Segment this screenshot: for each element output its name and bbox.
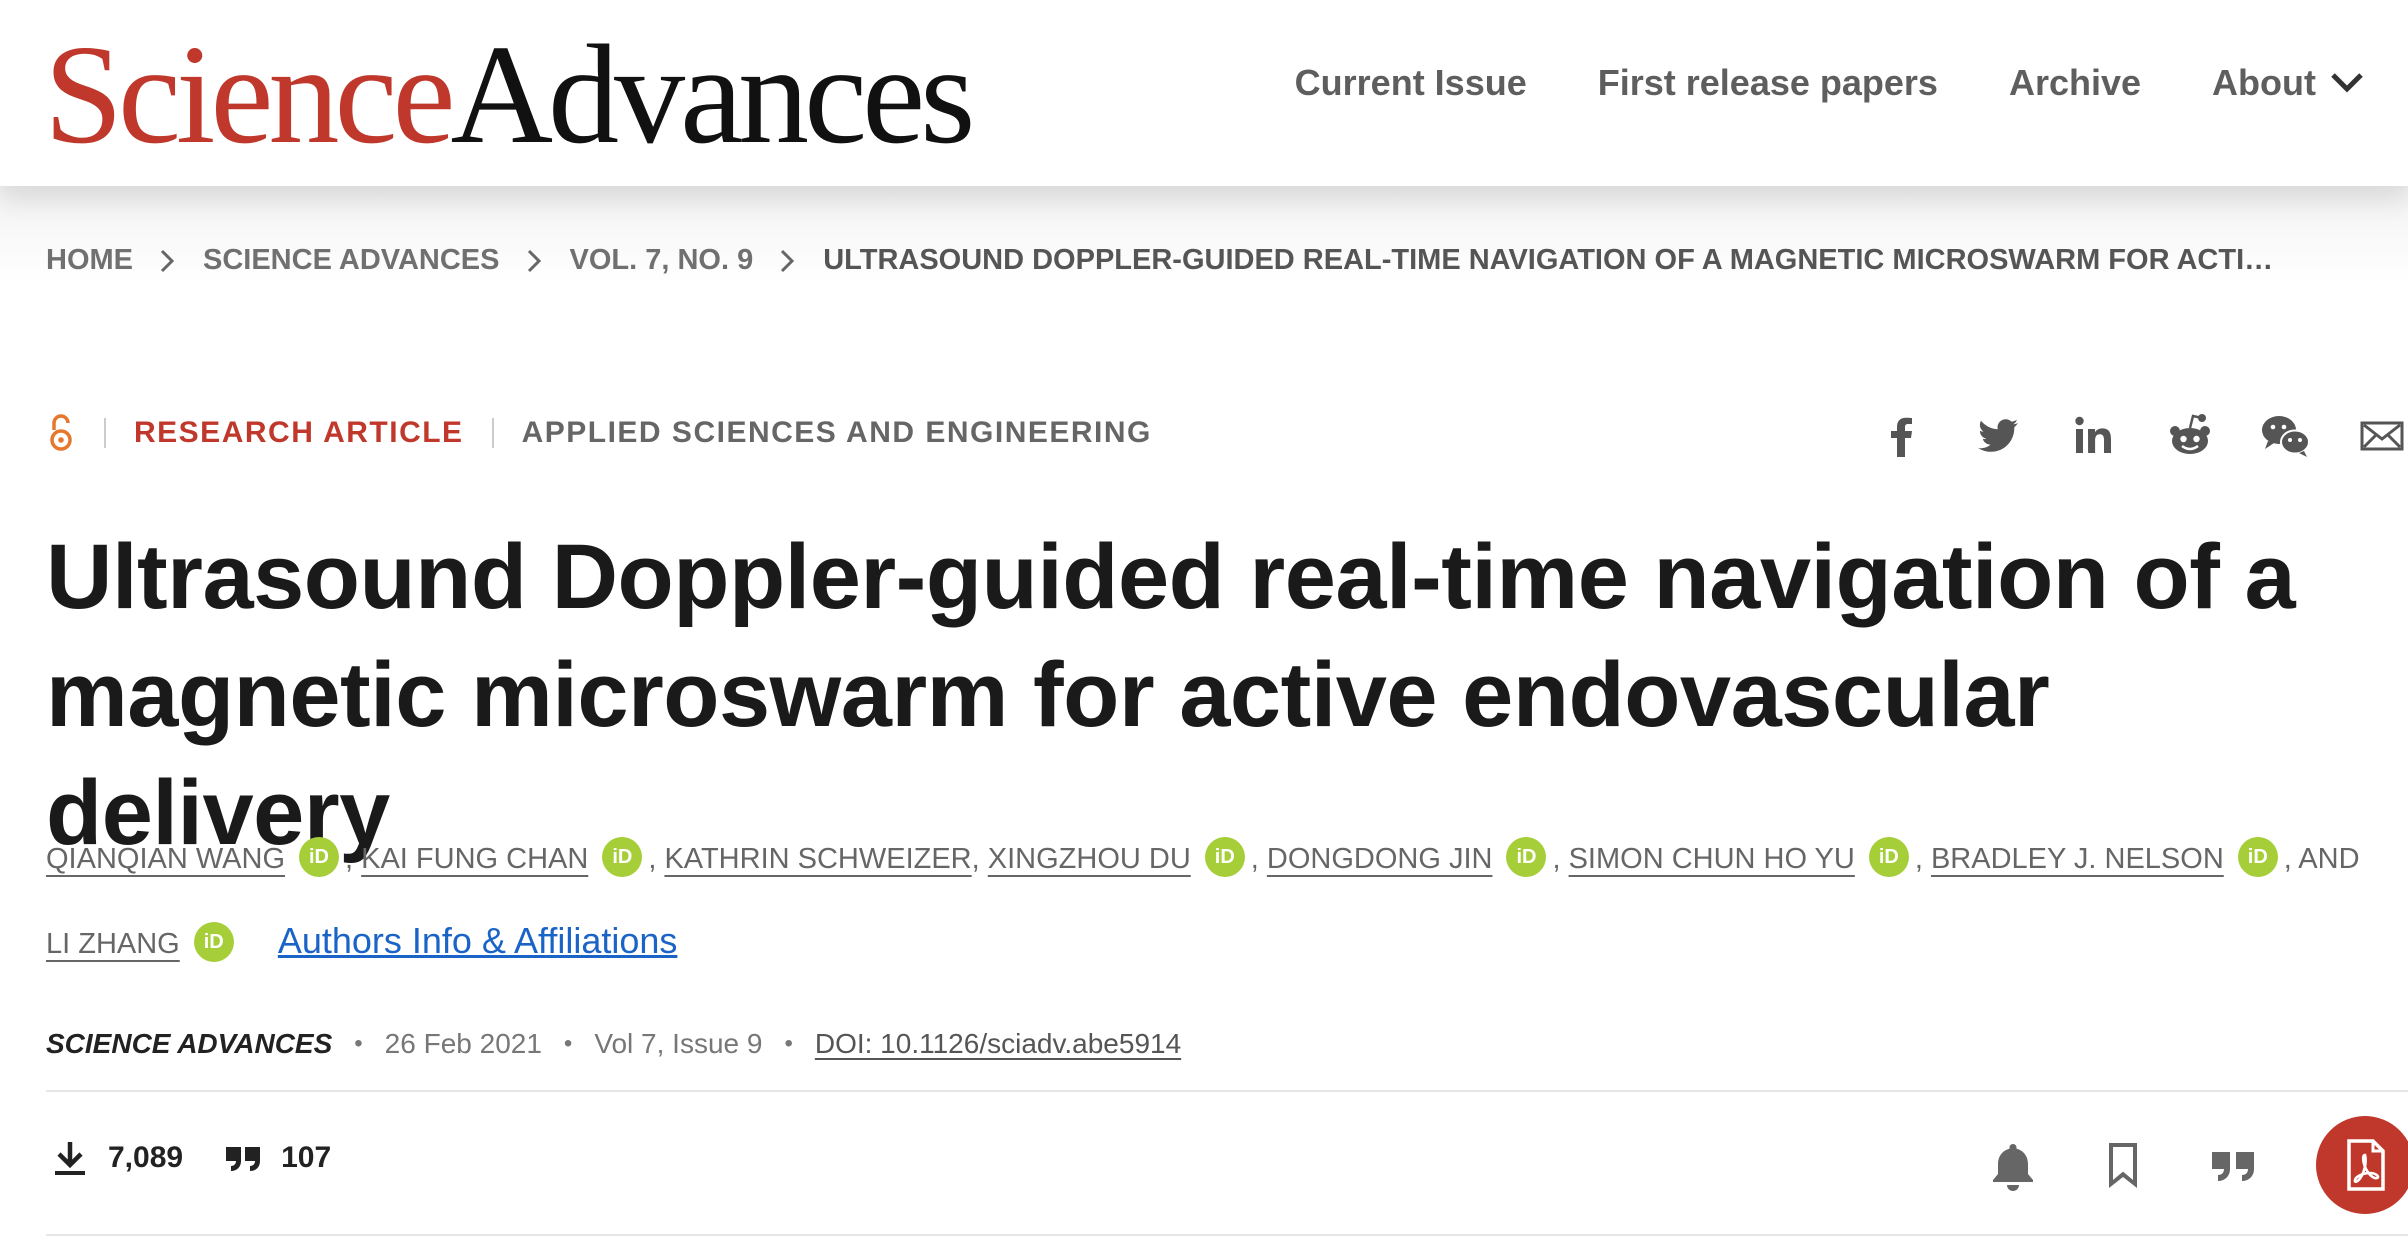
facebook-icon[interactable] [1876, 410, 1928, 462]
author-name[interactable]: KAI FUNG CHAN [361, 843, 588, 875]
separator-dot: • [563, 1030, 573, 1057]
article-metrics: 7,089 107 [50, 1138, 371, 1178]
doi-link[interactable]: DOI: 10.1126/sciadv.abe5914 [815, 1028, 1181, 1060]
author-name[interactable]: BRADLEY J. NELSON [1931, 843, 2224, 875]
cite-quote-icon[interactable] [2206, 1138, 2260, 1192]
download-count: 7,089 [108, 1141, 184, 1174]
nav-first-release-papers[interactable]: First release papers [1598, 62, 1938, 104]
citation-line: SCIENCE ADVANCES • 26 Feb 2021 • Vol 7, … [46, 1028, 1181, 1060]
author-list: QIANQIAN WANG iD, KAI FUNG CHAN iD, KATHRI… [46, 818, 2376, 985]
orcid-icon[interactable]: iD [1506, 837, 1547, 878]
science-advances-logo[interactable]: ScienceAdvances [44, 23, 975, 165]
site-header: ScienceAdvances Current Issue First rele… [0, 0, 2408, 186]
pdf-download-button[interactable] [2316, 1116, 2408, 1214]
breadcrumb-band: HOME SCIENCE ADVANCES VOL. 7, NO. 9 ULTR… [0, 186, 2408, 326]
bell-icon[interactable] [1986, 1138, 2040, 1192]
author-name[interactable]: KATHRIN SCHWEIZER [664, 843, 971, 875]
breadcrumb-science-advances[interactable]: SCIENCE ADVANCES [203, 244, 500, 277]
chevron-down-icon [2331, 73, 2363, 93]
chevron-right-icon [159, 247, 177, 275]
bookmark-icon[interactable] [2096, 1138, 2150, 1192]
divider [104, 418, 106, 448]
author-name[interactable]: QIANQIAN WANG [46, 843, 285, 875]
top-navigation: Current Issue First release papers Archi… [1295, 62, 2364, 104]
orcid-icon[interactable]: iD [193, 922, 234, 963]
separator-dot: • [784, 1030, 793, 1057]
chevron-right-icon [526, 247, 544, 275]
citation-count: 107 [281, 1141, 332, 1174]
article-meta-row: RESEARCH ARTICLE APPLIED SCIENCES AND EN… [46, 412, 1152, 454]
orcid-icon[interactable]: iD [602, 837, 643, 878]
reddit-icon[interactable] [2164, 410, 2216, 462]
divider [491, 418, 494, 448]
author-name[interactable]: SIMON CHUN HO YU [1569, 843, 1855, 875]
breadcrumb-current: ULTRASOUND DOPPLER-GUIDED REAL-TIME NAVI… [823, 244, 2284, 276]
nav-current-issue[interactable]: Current Issue [1295, 62, 1527, 104]
pdf-icon [2347, 1139, 2385, 1191]
orcid-icon[interactable]: iD [1868, 837, 1909, 878]
separator-dot: • [354, 1030, 363, 1057]
breadcrumb: HOME SCIENCE ADVANCES VOL. 7, NO. 9 ULTR… [46, 244, 2283, 277]
email-icon[interactable] [2356, 410, 2408, 462]
breadcrumb-volume[interactable]: VOL. 7, NO. 9 [570, 244, 754, 277]
author-name[interactable]: DONGDONG JIN [1267, 843, 1493, 875]
volume-issue[interactable]: Vol 7, Issue 9 [594, 1028, 762, 1060]
logo-science-text: Science [44, 15, 456, 173]
orcid-icon[interactable]: iD [2237, 837, 2278, 878]
divider [46, 1090, 2408, 1092]
article-actions [1986, 1116, 2408, 1214]
download-icon [55, 1142, 85, 1175]
wechat-icon[interactable] [2260, 410, 2312, 462]
publication-date: 26 Feb 2021 [384, 1028, 542, 1059]
chevron-right-icon [779, 247, 797, 275]
orcid-icon[interactable]: iD [1204, 837, 1245, 878]
article-type: RESEARCH ARTICLE [134, 416, 464, 449]
authors-affiliations-link[interactable]: Authors Info & Affiliations [278, 920, 678, 961]
citation-quote-icon [226, 1147, 261, 1171]
open-access-icon [46, 412, 76, 454]
orcid-icon[interactable]: iD [299, 837, 339, 878]
author-name[interactable]: LI ZHANG [46, 928, 180, 960]
share-toolbar [1876, 410, 2408, 462]
article-discipline[interactable]: APPLIED SCIENCES AND ENGINEERING [522, 416, 1152, 450]
logo-advances-text: Advances [450, 15, 976, 173]
divider [46, 1234, 2408, 1236]
journal-name: SCIENCE ADVANCES [46, 1028, 333, 1059]
author-and: AND [2298, 843, 2360, 875]
nav-about[interactable]: About [2212, 62, 2364, 104]
breadcrumb-home[interactable]: HOME [46, 244, 133, 277]
author-name[interactable]: XINGZHOU DU [988, 843, 1191, 875]
twitter-icon[interactable] [1972, 410, 2024, 462]
nav-archive[interactable]: Archive [2009, 62, 2141, 104]
linkedin-icon[interactable] [2068, 410, 2120, 462]
nav-about-label: About [2212, 62, 2316, 103]
